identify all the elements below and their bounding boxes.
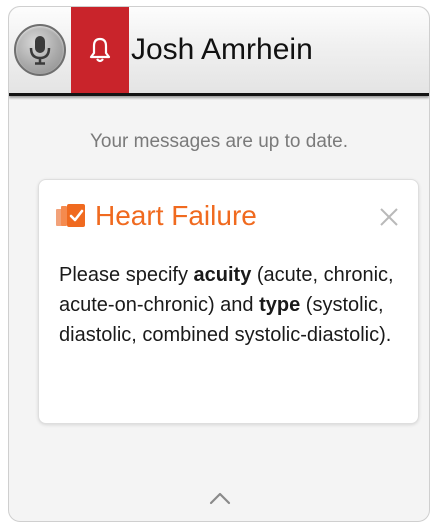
user-name: Josh Amrhein: [131, 33, 313, 66]
card-message: Please specify acuity (acute, chronic, a…: [59, 260, 399, 350]
document-icon: [56, 204, 85, 227]
card-title: Heart Failure: [95, 200, 257, 231]
card-bold-type: type: [259, 294, 301, 316]
microphone-button[interactable]: [9, 7, 71, 93]
message-card[interactable]: Heart Failure Please specify acuity (acu…: [38, 179, 419, 424]
microphone-icon: [14, 24, 66, 76]
card-bold-acuity: acuity: [193, 264, 252, 286]
close-icon[interactable]: [378, 206, 400, 228]
status-message: Your messages are up to date.: [89, 131, 349, 152]
alerts-button[interactable]: [71, 7, 129, 93]
message-panel: Josh Amrhein Your messages are up to dat…: [8, 6, 430, 522]
card-header: Heart Failure: [55, 200, 257, 232]
chevron-up-icon[interactable]: [209, 491, 231, 505]
header-bar: Josh Amrhein: [9, 7, 429, 96]
card-text-1: Please specify: [59, 264, 194, 286]
bell-icon: [89, 37, 111, 63]
